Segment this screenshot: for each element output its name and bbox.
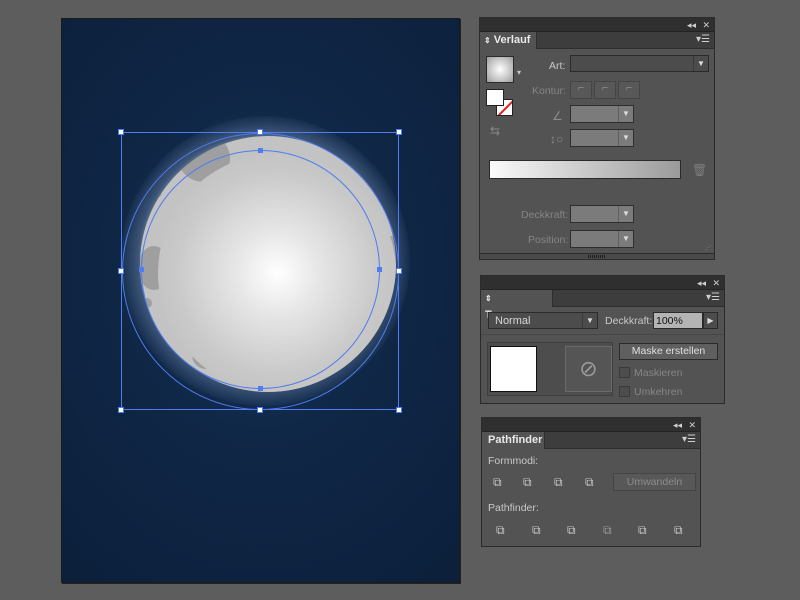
close-icon[interactable]: ✕	[712, 277, 720, 289]
anchor-point[interactable]	[139, 267, 144, 272]
stroke-within-button[interactable]: ⌐	[570, 81, 592, 99]
clip-label: Maskieren	[634, 367, 683, 379]
inner-path[interactable]	[141, 150, 380, 389]
gradient-type-select[interactable]: ▼	[570, 55, 709, 72]
reverse-gradient-icon[interactable]: ⇆	[490, 124, 500, 138]
make-mask-button[interactable]: Maske erstellen	[619, 343, 718, 360]
exclude-icon[interactable]: ⧉	[585, 475, 594, 489]
stroke-across-button[interactable]: ⌐	[618, 81, 640, 99]
blend-mode-select[interactable]: Normal ▼	[488, 312, 598, 329]
chevron-down-icon: ▼	[693, 56, 708, 71]
tab-gradient[interactable]: ⇕ Verlauf	[480, 32, 538, 49]
angle-icon: ∠	[552, 109, 563, 123]
opacity-label: Deckkraft:	[521, 209, 569, 221]
panel-menu-icon[interactable]: ▾☰	[706, 292, 720, 304]
angle-field[interactable]: ▼	[570, 105, 634, 123]
panel-header: ◂◂ ✕	[482, 418, 700, 432]
double-chevron-left-icon[interactable]: ◂◂	[697, 277, 706, 289]
close-icon[interactable]: ✕	[688, 419, 696, 431]
anchor-point[interactable]	[258, 386, 263, 391]
type-label: Art:	[549, 60, 566, 72]
resize-handle-nw[interactable]	[118, 129, 124, 135]
outline-icon[interactable]: ⧉	[638, 523, 647, 537]
resize-handle-se[interactable]	[396, 407, 402, 413]
resize-grip-icon[interactable]: ⋰	[705, 244, 712, 252]
clip-checkbox[interactable]	[619, 367, 630, 378]
chevron-down-icon[interactable]: ▾	[517, 66, 521, 80]
panel-menu-icon[interactable]: ▾☰	[696, 34, 710, 46]
merge-icon[interactable]: ⧉	[567, 523, 576, 537]
pathfinders-label: Pathfinder:	[488, 502, 539, 514]
chevron-down-icon[interactable]: ▼	[618, 206, 633, 222]
tab-pathfinder[interactable]: Pathfinder	[482, 432, 545, 449]
trim-icon[interactable]: ⧉	[532, 523, 541, 537]
crop-icon[interactable]: ⧉	[603, 523, 612, 537]
stop-opacity-field[interactable]: ▼	[570, 205, 634, 223]
unite-icon[interactable]: ⧉	[493, 475, 502, 489]
fill-swatch[interactable]	[486, 89, 504, 106]
stroke-along-button[interactable]: ⌐	[594, 81, 616, 99]
resize-handle-w[interactable]	[118, 268, 124, 274]
resize-handle-ne[interactable]	[396, 129, 402, 135]
anchor-point[interactable]	[258, 148, 263, 153]
resize-bar[interactable]	[480, 253, 714, 259]
panel-header: ◂◂ ✕	[480, 18, 714, 32]
resize-handle-n[interactable]	[257, 129, 263, 135]
artboard[interactable]	[61, 18, 460, 583]
aspect-ratio-field[interactable]: ▼	[570, 129, 634, 147]
no-mask-icon[interactable]: ⊘	[565, 346, 612, 392]
trash-icon[interactable]: 🗑	[692, 163, 707, 177]
gradient-panel: ◂◂ ✕ ⇕ Verlauf ▾☰ ▾ ⇆ Art: ▼ Kontur: ⌐ ⌐…	[479, 17, 715, 260]
opacity-label: Deckkraft:	[605, 315, 653, 327]
tab-transparency[interactable]: ⇕ Transparenz	[481, 290, 553, 321]
chevron-down-icon[interactable]: ▼	[618, 106, 633, 122]
divide-icon[interactable]: ⧉	[496, 523, 505, 537]
aspect-ratio-icon: ↕○	[550, 132, 564, 146]
position-label: Position:	[528, 234, 569, 246]
double-chevron-left-icon[interactable]: ◂◂	[673, 419, 682, 431]
invert-label: Umkehren	[634, 386, 683, 398]
panel-header: ◂◂ ✕	[481, 276, 724, 290]
thumbnail-area: ⊘	[487, 342, 613, 396]
close-icon[interactable]: ✕	[702, 19, 710, 31]
intersect-icon[interactable]: ⧉	[554, 475, 563, 489]
chevron-right-icon[interactable]: ▶	[703, 312, 718, 329]
expand-button[interactable]: Umwandeln	[613, 473, 696, 491]
stroke-label: Kontur:	[532, 85, 566, 97]
transparency-panel: ◂◂ ✕ ⇕ Transparenz ▾☰ Normal ▼ Deckkraft…	[480, 275, 725, 404]
panel-menu-icon[interactable]: ▾☰	[682, 434, 696, 446]
shape-modes-label: Formmodi:	[488, 455, 539, 467]
chevron-down-icon[interactable]: ▼	[618, 130, 633, 146]
chevron-down-icon: ▼	[582, 313, 597, 328]
resize-handle-e[interactable]	[396, 268, 402, 274]
pathfinder-panel: ◂◂ ✕ Pathfinder ▾☰ Formmodi: ⧉ ⧉ ⧉ ⧉ Umw…	[481, 417, 701, 547]
resize-handle-sw[interactable]	[118, 407, 124, 413]
resize-handle-s[interactable]	[257, 407, 263, 413]
stop-position-field[interactable]: ▼	[570, 230, 634, 248]
chevron-down-icon[interactable]: ▼	[618, 231, 633, 247]
updown-icon: ⇕	[485, 294, 492, 303]
minus-front-icon[interactable]: ⧉	[523, 475, 532, 489]
double-chevron-left-icon[interactable]: ◂◂	[687, 19, 696, 31]
updown-icon: ⇕	[484, 36, 491, 45]
minus-back-icon[interactable]: ⧉	[674, 523, 683, 537]
gradient-slider[interactable]	[489, 160, 681, 179]
anchor-point[interactable]	[377, 267, 382, 272]
opacity-input[interactable]: 100%	[653, 312, 703, 329]
gradient-swatch[interactable]	[486, 56, 514, 83]
invert-checkbox[interactable]	[619, 386, 630, 397]
object-thumbnail[interactable]	[490, 346, 537, 392]
